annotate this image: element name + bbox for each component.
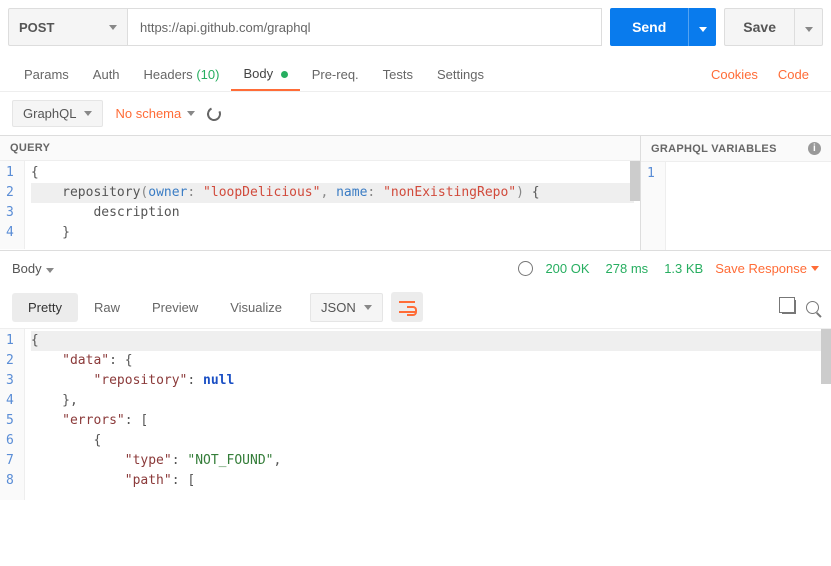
schema-dropdown[interactable]: No schema — [115, 106, 195, 121]
chevron-down-icon — [811, 266, 819, 271]
info-icon[interactable]: i — [808, 142, 821, 155]
code-link[interactable]: Code — [768, 59, 819, 90]
scrollbar-thumb[interactable] — [630, 161, 640, 201]
http-method-dropdown[interactable]: POST — [8, 8, 128, 46]
resp-tab-visualize[interactable]: Visualize — [214, 293, 298, 322]
refresh-icon[interactable] — [205, 105, 223, 123]
line-wrap-button[interactable] — [391, 292, 423, 322]
cookies-link[interactable]: Cookies — [701, 59, 768, 90]
response-gutter: 12345678 — [0, 329, 25, 500]
send-button[interactable]: Send — [610, 8, 688, 46]
resp-tab-pretty[interactable]: Pretty — [12, 293, 78, 322]
vars-pane-header: GRAPHQL VARIABLES i — [641, 136, 831, 162]
wrap-icon — [399, 301, 415, 313]
send-dropdown[interactable] — [688, 8, 716, 46]
body-type-value: GraphQL — [23, 106, 76, 121]
search-icon[interactable] — [806, 301, 819, 314]
scrollbar-thumb[interactable] — [821, 329, 831, 384]
vars-editor[interactable]: 1 — [641, 162, 831, 250]
schema-value: No schema — [115, 106, 181, 121]
response-size: 1.3 KB — [660, 261, 707, 276]
resp-tab-preview[interactable]: Preview — [136, 293, 214, 322]
tab-settings[interactable]: Settings — [425, 59, 496, 90]
headers-count: (10) — [196, 67, 219, 82]
response-content: { "data": { "repository": null }, "error… — [25, 329, 831, 500]
chevron-down-icon — [187, 111, 195, 116]
resp-tab-raw[interactable]: Raw — [78, 293, 136, 322]
resp-format-dropdown[interactable]: JSON — [310, 293, 383, 322]
save-button[interactable]: Save — [724, 8, 795, 46]
response-time: 278 ms — [602, 261, 653, 276]
query-gutter: 1234 — [0, 161, 25, 249]
save-response-dropdown[interactable]: Save Response — [715, 261, 819, 276]
globe-icon[interactable] — [518, 261, 533, 276]
vars-content — [666, 162, 831, 250]
chevron-down-icon — [84, 111, 92, 116]
chevron-down-icon — [699, 27, 707, 32]
tab-body[interactable]: Body — [231, 58, 299, 91]
vars-gutter: 1 — [641, 162, 666, 250]
copy-icon[interactable] — [782, 300, 796, 314]
tab-tests[interactable]: Tests — [371, 59, 425, 90]
chevron-down-icon — [805, 27, 813, 32]
tab-auth[interactable]: Auth — [81, 59, 132, 90]
chevron-down-icon — [364, 305, 372, 310]
tab-params[interactable]: Params — [12, 59, 81, 90]
request-url-input[interactable] — [128, 8, 602, 46]
tab-headers[interactable]: Headers (10) — [132, 59, 232, 90]
active-dot-icon — [281, 71, 288, 78]
save-dropdown[interactable] — [795, 8, 823, 46]
chevron-down-icon — [109, 25, 117, 30]
query-editor[interactable]: 1234 { repository(owner: "loopDelicious"… — [0, 161, 640, 249]
query-content: { repository(owner: "loopDelicious", nam… — [25, 161, 640, 249]
response-body-dropdown[interactable]: Body — [12, 261, 54, 276]
tab-headers-label: Headers — [144, 67, 193, 82]
response-status: 200 OK — [541, 261, 593, 276]
response-body-viewer[interactable]: 12345678 { "data": { "repository": null … — [0, 328, 831, 500]
http-method-value: POST — [19, 20, 54, 35]
tab-body-label: Body — [243, 66, 273, 81]
query-pane-header: QUERY — [0, 136, 640, 161]
body-type-dropdown[interactable]: GraphQL — [12, 100, 103, 127]
tab-prereq[interactable]: Pre-req. — [300, 59, 371, 90]
